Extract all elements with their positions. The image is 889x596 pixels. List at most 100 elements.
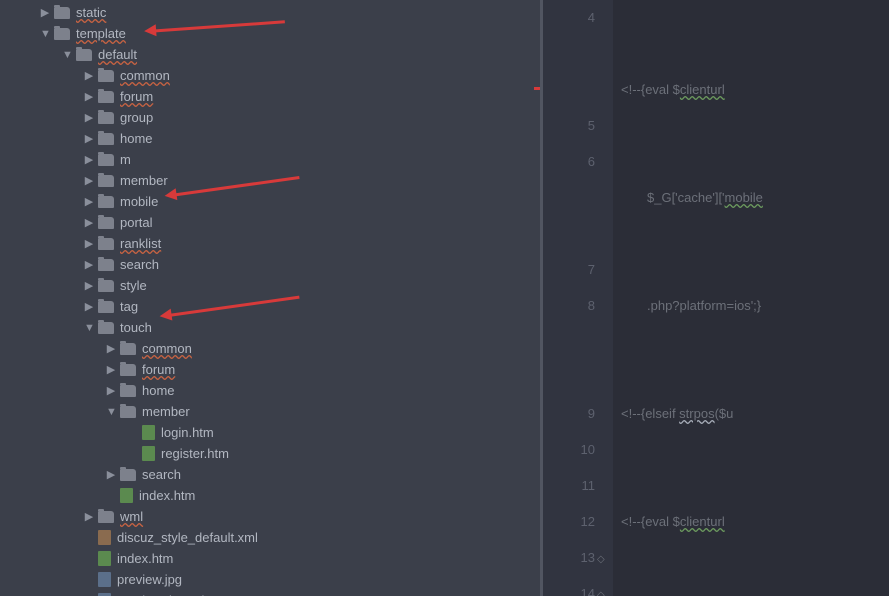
tree-item-label: mobile [120, 194, 158, 209]
tree-item-label: index.htm [139, 488, 195, 503]
tree-item-template[interactable]: ▼ template [0, 23, 540, 44]
line-number [543, 360, 595, 396]
tree-item-label: discuz_style_default.xml [117, 530, 258, 545]
tree-item-ranklist[interactable]: ▶ ranklist [0, 233, 540, 254]
tree-item-label: template [76, 26, 126, 41]
chevron-right-icon[interactable]: ▶ [84, 132, 94, 145]
file-icon [120, 488, 133, 503]
tree-item-forum[interactable]: ▶ forum [0, 86, 540, 107]
chevron-right-icon[interactable]: ▶ [84, 300, 94, 313]
chevron-right-icon[interactable]: ▶ [84, 237, 94, 250]
code-line: $_G['cache']['mobile [621, 180, 889, 216]
folder-icon [76, 49, 92, 61]
file-tree[interactable]: ▶static▼template▼default▶common▶forum▶gr… [0, 0, 540, 596]
chevron-right-icon[interactable]: ▶ [106, 342, 116, 355]
tree-item-label: ranklist [120, 236, 161, 251]
chevron-down-icon[interactable]: ▼ [62, 49, 72, 61]
tree-item-preview-jpg[interactable]: ▶preview.jpg [0, 569, 540, 590]
chevron-right-icon[interactable]: ▶ [84, 153, 94, 166]
file-icon [142, 425, 155, 440]
tree-item-login-htm[interactable]: ▶login.htm [0, 422, 540, 443]
folder-icon [120, 469, 136, 481]
chevron-right-icon[interactable]: ▶ [106, 363, 116, 376]
tree-item-label: wml [120, 509, 143, 524]
chevron-right-icon[interactable]: ▶ [106, 468, 116, 481]
tree-item-label: preview.jpg [117, 572, 182, 587]
tree-item-default[interactable]: ▼ default [0, 44, 540, 65]
folder-icon [98, 91, 114, 103]
chevron-right-icon[interactable]: ▶ [84, 510, 94, 523]
tree-item-index-htm[interactable]: ▶index.htm [0, 485, 540, 506]
fold-marker[interactable]: ◇ [597, 578, 605, 596]
folder-icon [98, 280, 114, 292]
folder-icon [98, 112, 114, 124]
folder-icon [98, 322, 114, 334]
tree-item-label: group [120, 110, 153, 125]
code-editor[interactable]: ◇ ◇ 4567891011121314 <!--{eval $clientur… [543, 0, 889, 596]
line-number: 14 [543, 576, 595, 596]
line-number: 5 [543, 108, 595, 144]
line-number: 4 [543, 0, 595, 36]
tree-item-label: default [98, 47, 137, 62]
chevron-right-icon[interactable]: ▶ [84, 279, 94, 292]
tree-item-label: common [120, 68, 170, 83]
chevron-right-icon[interactable]: ▶ [84, 195, 94, 208]
chevron-right-icon[interactable]: ▶ [40, 6, 50, 19]
chevron-right-icon[interactable]: ▶ [84, 111, 94, 124]
tree-item-search[interactable]: ▶search [0, 254, 540, 275]
folder-icon [98, 217, 114, 229]
tree-item-label: forum [142, 362, 175, 377]
line-number [543, 72, 595, 108]
chevron-down-icon[interactable]: ▼ [106, 406, 116, 418]
chevron-right-icon[interactable]: ▶ [106, 384, 116, 397]
tree-item-portal[interactable]: ▶portal [0, 212, 540, 233]
line-number: 7 [543, 252, 595, 288]
tree-item-style[interactable]: ▶style [0, 275, 540, 296]
file-icon [98, 572, 111, 587]
folder-icon [54, 28, 70, 40]
tree-item-touch[interactable]: ▼touch [0, 317, 540, 338]
tree-item-member[interactable]: ▼member [0, 401, 540, 422]
tree-item-home[interactable]: ▶home [0, 128, 540, 149]
tree-item-m[interactable]: ▶m [0, 149, 540, 170]
file-icon [142, 446, 155, 461]
line-number: 13 [543, 540, 595, 576]
tree-item-preview-large-jpg[interactable]: ▶preview_large.jpg [0, 590, 540, 596]
tree-item-register-htm[interactable]: ▶register.htm [0, 443, 540, 464]
tree-item-label: forum [120, 89, 153, 104]
chevron-down-icon[interactable]: ▼ [84, 322, 94, 334]
folder-icon [98, 70, 114, 82]
fold-marker[interactable]: ◇ [597, 542, 605, 578]
tree-item-discuz-style-default-xml[interactable]: ▶discuz_style_default.xml [0, 527, 540, 548]
chevron-right-icon[interactable]: ▶ [84, 216, 94, 229]
folder-icon [98, 133, 114, 145]
tree-item-wml[interactable]: ▶ wml [0, 506, 540, 527]
line-number: 10 [543, 432, 595, 468]
tree-item-common[interactable]: ▶common [0, 338, 540, 359]
folder-icon [98, 238, 114, 250]
line-number [543, 324, 595, 360]
tree-item-mobile[interactable]: ▶ mobile [0, 191, 540, 212]
chevron-right-icon[interactable]: ▶ [84, 69, 94, 82]
line-gutter: ◇ ◇ 4567891011121314 [543, 0, 613, 596]
chevron-right-icon[interactable]: ▶ [84, 258, 94, 271]
tree-item-home[interactable]: ▶home [0, 380, 540, 401]
folder-icon [54, 7, 70, 19]
folder-icon [98, 154, 114, 166]
folder-icon [120, 385, 136, 397]
chevron-right-icon[interactable]: ▶ [84, 174, 94, 187]
tree-item-forum[interactable]: ▶ forum [0, 359, 540, 380]
tree-item-group[interactable]: ▶ group [0, 107, 540, 128]
code-line: <!--{eval $clienturl [621, 72, 889, 108]
tree-item-index-htm[interactable]: ▶index.htm [0, 548, 540, 569]
folder-icon [120, 343, 136, 355]
tree-item-search[interactable]: ▶ search [0, 464, 540, 485]
tree-item-label: register.htm [161, 446, 229, 461]
code-area[interactable]: <!--{eval $clienturl $_G['cache']['mobil… [613, 0, 889, 596]
tree-item-static[interactable]: ▶static [0, 2, 540, 23]
chevron-down-icon[interactable]: ▼ [40, 28, 50, 40]
line-number: 9 [543, 396, 595, 432]
tree-item-common[interactable]: ▶ common [0, 65, 540, 86]
tree-item-label: search [142, 467, 181, 482]
chevron-right-icon[interactable]: ▶ [84, 90, 94, 103]
